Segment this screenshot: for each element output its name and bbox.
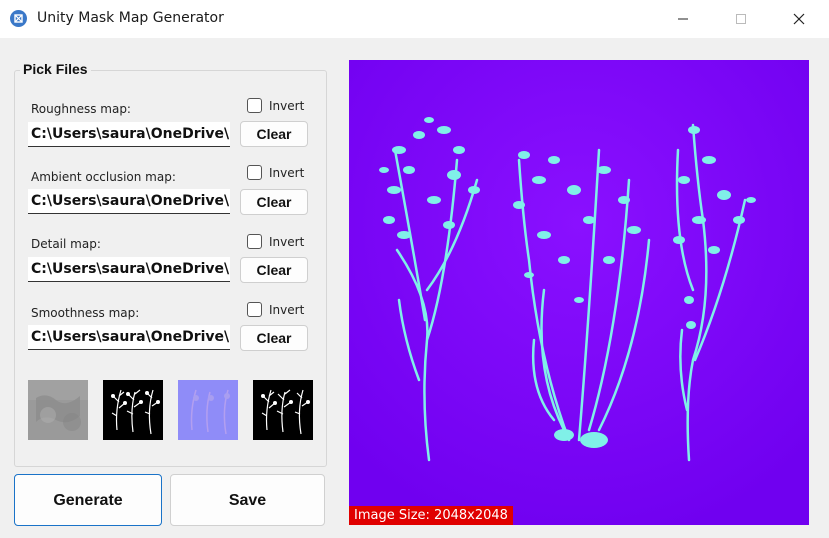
title-bar[interactable]: Unity Mask Map Generator — [0, 0, 829, 38]
smoothness-invert-checkbox[interactable] — [247, 302, 262, 317]
ambient-occlusion-path-field[interactable]: C:\Users\saura\OneDrive\De — [28, 189, 230, 214]
detail-thumbnail — [178, 380, 238, 440]
ambient-occlusion-invert-label[interactable]: Invert — [269, 166, 304, 180]
roughness-clear-button[interactable]: Clear — [240, 121, 308, 147]
maximize-button[interactable] — [712, 0, 770, 38]
close-button[interactable] — [770, 0, 828, 38]
save-button[interactable]: Save — [170, 474, 325, 526]
ambient-occlusion-thumbnail — [103, 380, 163, 440]
smoothness-clear-button[interactable]: Clear — [240, 325, 308, 351]
roughness-invert-label[interactable]: Invert — [269, 99, 304, 113]
ambient-occlusion-invert-checkbox[interactable] — [247, 165, 262, 180]
smoothness-map-label: Smoothness map: — [31, 306, 140, 320]
roughness-map-label: Roughness map: — [31, 102, 131, 116]
generate-button[interactable]: Generate — [14, 474, 162, 526]
minimize-button[interactable] — [654, 0, 712, 38]
roughness-thumbnail — [28, 380, 88, 440]
detail-invert-checkbox[interactable] — [247, 234, 262, 249]
main-window: Unity Mask Map Generator Pick Files Roug… — [0, 0, 829, 538]
roughness-path-field[interactable]: C:\Users\saura\OneDrive\De — [28, 122, 230, 147]
detail-path-field[interactable]: C:\Users\saura\OneDrive\De — [28, 257, 230, 282]
detail-invert-label[interactable]: Invert — [269, 235, 304, 249]
pick-files-title: Pick Files — [20, 61, 91, 77]
close-icon — [793, 13, 805, 25]
smoothness-thumbnail — [253, 380, 313, 440]
ambient-occlusion-map-label: Ambient occlusion map: — [31, 170, 176, 184]
roughness-invert-checkbox[interactable] — [247, 98, 262, 113]
smoothness-invert-label[interactable]: Invert — [269, 303, 304, 317]
app-icon — [10, 10, 27, 27]
smoothness-path-field[interactable]: C:\Users\saura\OneDrive\De — [28, 325, 230, 350]
image-size-label: Image Size: 2048x2048 — [349, 506, 513, 525]
maximize-icon — [736, 14, 746, 24]
detail-clear-button[interactable]: Clear — [240, 257, 308, 283]
detail-map-label: Detail map: — [31, 237, 101, 251]
ambient-occlusion-clear-button[interactable]: Clear — [240, 189, 308, 215]
mask-map-preview-image — [349, 60, 809, 525]
minimize-icon — [678, 18, 688, 20]
window-title: Unity Mask Map Generator — [37, 10, 224, 26]
